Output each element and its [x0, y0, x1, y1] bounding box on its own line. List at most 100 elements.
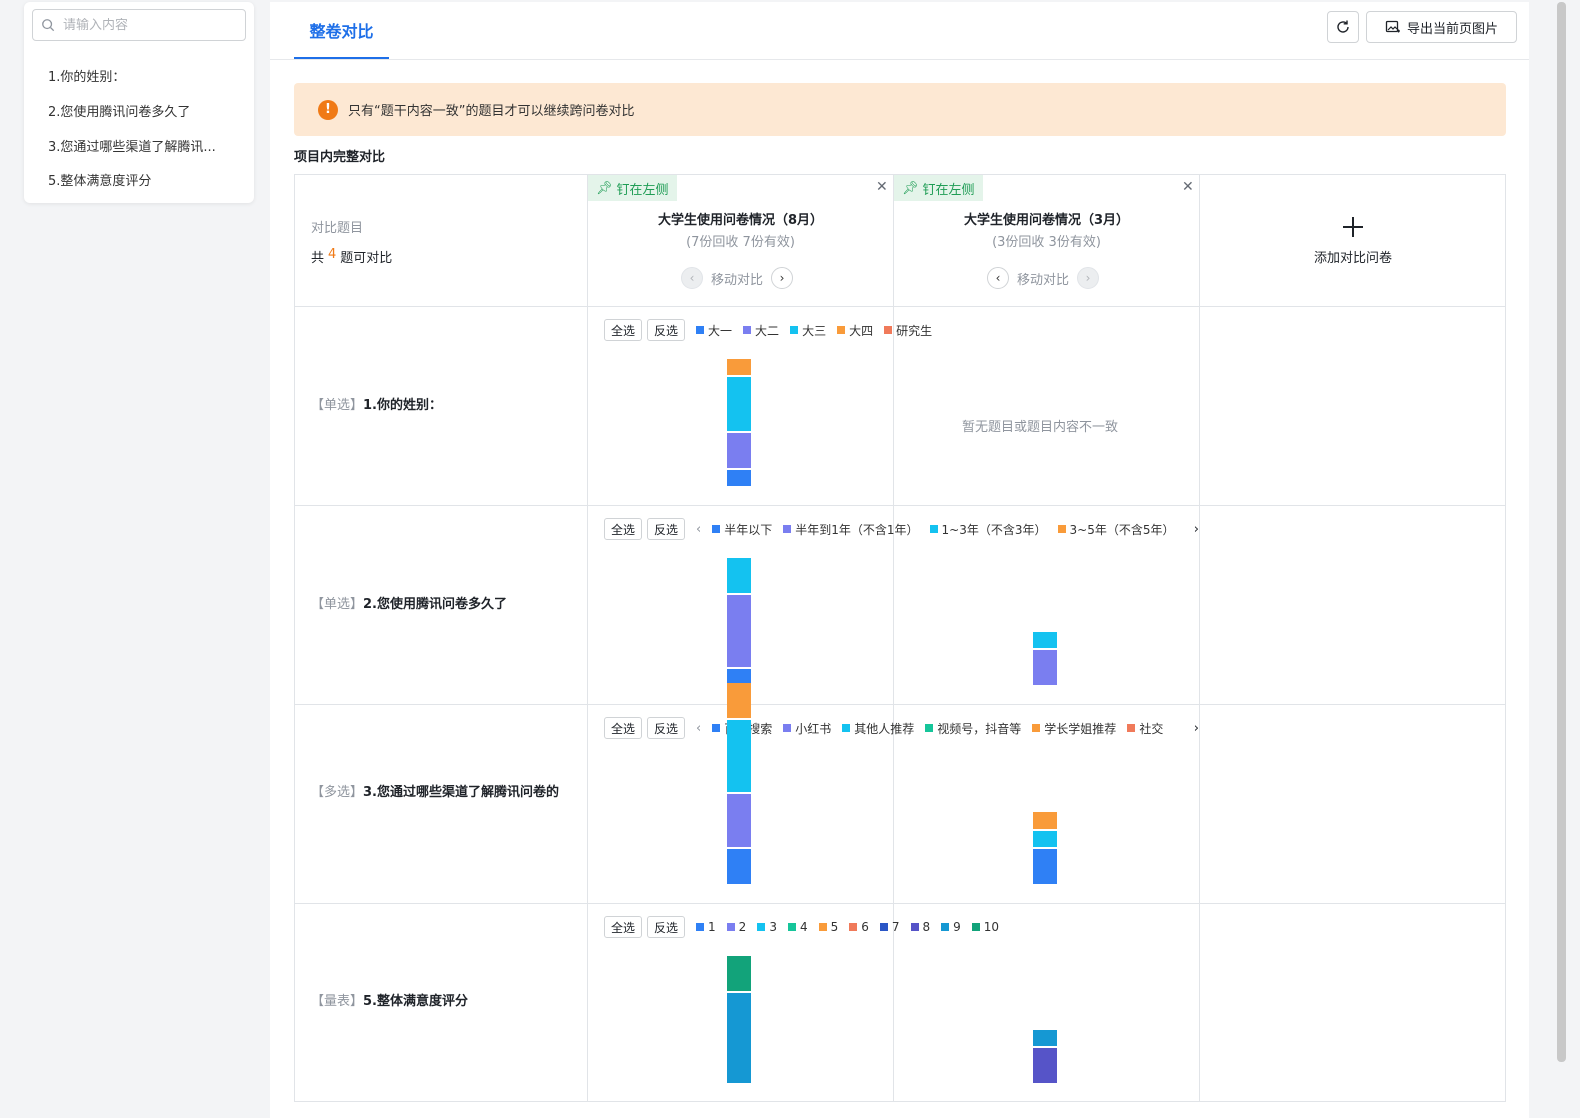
- legend-swatch: [1032, 724, 1041, 732]
- sidebar-item-q3[interactable]: 3.您通过哪些渠道了解腾讯...: [48, 136, 216, 155]
- bar-segment[interactable]: [1033, 849, 1057, 884]
- bar-segment[interactable]: [727, 719, 751, 792]
- legend-item[interactable]: 小红书: [783, 720, 831, 737]
- legend-item[interactable]: 1~3年（不含3年）: [929, 521, 1047, 538]
- bar-segment[interactable]: [1033, 650, 1057, 685]
- legend-next-icon[interactable]: ›: [1193, 521, 1199, 537]
- bar-segment[interactable]: [727, 955, 751, 991]
- legend-item[interactable]: 8: [910, 920, 931, 934]
- pin-left-button-1[interactable]: 📌︎ 钉在左侧: [588, 175, 677, 201]
- search-input[interactable]: [63, 17, 233, 33]
- legend-item[interactable]: 3~5年（不含5年）: [1057, 521, 1175, 538]
- invert-selection-button[interactable]: 反选: [647, 319, 686, 341]
- legend-controls-4: 全选 反选 1 2 3 4 5 6 7 8 9 10: [604, 916, 1199, 938]
- select-all-button[interactable]: 全选: [604, 518, 643, 540]
- refresh-icon: [1337, 20, 1349, 33]
- legend-swatch: [879, 923, 888, 931]
- legend-item[interactable]: 大四: [837, 322, 873, 339]
- add-label: 添加对比问卷: [1313, 251, 1392, 266]
- bar-segment[interactable]: [727, 682, 751, 718]
- page-scrollbar[interactable]: [1557, 2, 1566, 1062]
- legend-item[interactable]: 大一: [696, 322, 732, 339]
- bar-segment[interactable]: [727, 793, 751, 847]
- invert-selection-button[interactable]: 反选: [647, 916, 686, 938]
- legend-prev-icon[interactable]: ‹: [696, 721, 701, 736]
- close-icon[interactable]: ✕: [876, 179, 888, 195]
- move-right-button[interactable]: ›: [771, 267, 794, 289]
- legend-item[interactable]: 7: [879, 920, 900, 934]
- legend-item[interactable]: 学长学姐推荐: [1032, 720, 1116, 737]
- legend-item[interactable]: 其他人推荐: [842, 720, 914, 737]
- legend-label: 2: [738, 920, 747, 934]
- bar-segment[interactable]: [1033, 631, 1057, 648]
- legend-item[interactable]: 4: [787, 920, 808, 934]
- legend-label: 1: [708, 920, 716, 934]
- move-label: 移动对比: [1017, 272, 1070, 288]
- sidebar-item-q5[interactable]: 5.整体满意度评分: [48, 170, 151, 189]
- move-left-button[interactable]: ‹: [681, 267, 703, 289]
- select-all-button[interactable]: 全选: [604, 916, 643, 938]
- legend-item[interactable]: 半年到1年（不含1年）: [783, 521, 919, 538]
- bar-segment[interactable]: [727, 432, 751, 468]
- legend-prev-icon[interactable]: ‹: [696, 522, 701, 537]
- legend-swatch: [837, 326, 846, 334]
- legend-item[interactable]: 6: [849, 920, 869, 934]
- move-right-button[interactable]: ›: [1077, 267, 1100, 289]
- legend-item[interactable]: 大三: [790, 322, 826, 339]
- bar-segment[interactable]: [1033, 830, 1057, 847]
- legend-item[interactable]: 2: [726, 920, 747, 934]
- sidebar-item-q2[interactable]: 2.您使用腾讯问卷多久了: [48, 101, 190, 120]
- compare-count: 共 4 题可对比: [311, 247, 392, 266]
- invert-selection-button[interactable]: 反选: [647, 518, 686, 540]
- legend-item[interactable]: 大二: [743, 322, 779, 339]
- question-label-1: 【单选】1.你的姓别：: [311, 395, 569, 417]
- move-left-button[interactable]: ‹: [987, 267, 1009, 289]
- bar-segment[interactable]: [727, 594, 751, 667]
- legend-swatch: [925, 724, 934, 732]
- question-type-tag: 【单选】: [311, 597, 364, 612]
- refresh-button[interactable]: [1327, 11, 1359, 43]
- legend-swatch: [743, 326, 752, 334]
- bar-segment[interactable]: [727, 358, 751, 375]
- export-image-button[interactable]: 导出当前页图片: [1366, 11, 1517, 43]
- invert-selection-button[interactable]: 反选: [647, 717, 686, 739]
- row-divider: [295, 903, 1505, 904]
- bar-segment[interactable]: [1033, 1029, 1057, 1046]
- search-box[interactable]: [32, 9, 246, 41]
- legend-item[interactable]: 视频号，抖音等: [925, 720, 1021, 737]
- bar-segment[interactable]: [727, 377, 751, 431]
- legend-swatch: [783, 724, 792, 732]
- select-all-button[interactable]: 全选: [604, 717, 643, 739]
- legend-item[interactable]: 9: [941, 920, 961, 934]
- add-compare-survey-button[interactable]: 添加对比问卷: [1200, 175, 1506, 306]
- bar-segment[interactable]: [727, 992, 751, 1083]
- col-divider: [1199, 175, 1200, 1101]
- select-all-button[interactable]: 全选: [604, 319, 643, 341]
- legend-item[interactable]: 社交: [1127, 720, 1163, 737]
- legend-item[interactable]: 半年以下: [712, 521, 772, 538]
- legend-item[interactable]: 研究生: [884, 322, 932, 339]
- close-icon[interactable]: ✕: [1182, 179, 1194, 195]
- bar-segment[interactable]: [727, 469, 751, 486]
- legend-label: 社交: [1139, 721, 1164, 736]
- bar-segment[interactable]: [727, 849, 751, 884]
- legend-item[interactable]: 1: [696, 920, 716, 934]
- legend-next-icon[interactable]: ›: [1193, 720, 1199, 736]
- row-divider: [295, 704, 1505, 705]
- tab-whole-survey-compare[interactable]: 整卷对比: [294, 2, 389, 60]
- legend-item[interactable]: 3: [757, 920, 777, 934]
- bar-segment[interactable]: [1033, 1048, 1057, 1083]
- legend-label: 3~5年（不含5年）: [1069, 522, 1175, 537]
- bar-segment[interactable]: [1033, 812, 1057, 829]
- pin-left-button-2[interactable]: 📌︎ 钉在左侧: [894, 175, 983, 201]
- legend-swatch: [849, 923, 858, 931]
- plus-icon: [1343, 217, 1363, 237]
- legend-swatch: [818, 923, 827, 931]
- pin-icon: 📌︎: [902, 180, 919, 196]
- bar-segment[interactable]: [727, 557, 751, 593]
- legend-label: 8: [922, 920, 931, 934]
- legend-swatch: [783, 525, 792, 533]
- sidebar-item-q1[interactable]: 1.你的姓别：: [48, 66, 125, 85]
- legend-item[interactable]: 10: [971, 920, 999, 934]
- legend-item[interactable]: 5: [818, 920, 838, 934]
